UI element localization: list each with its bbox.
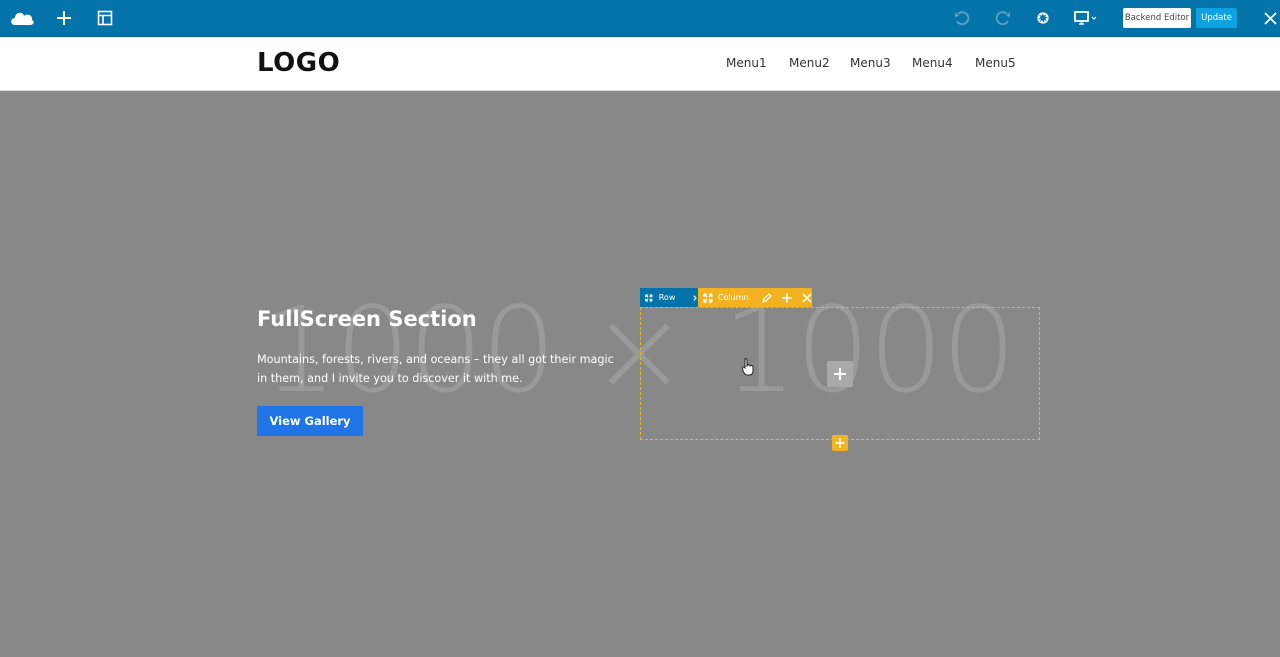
logo-cloud-icon[interactable] — [6, 0, 38, 36]
move-row-icon[interactable] — [645, 293, 653, 303]
editor-toolbar: Backend Editor Update — [0, 0, 1280, 37]
move-column-icon[interactable] — [703, 292, 713, 303]
delete-column-icon[interactable] — [802, 293, 812, 303]
hero-title: FullScreen Section — [257, 307, 477, 331]
column-controls[interactable]: Column — [698, 288, 812, 307]
hand-cursor-icon — [742, 358, 754, 376]
add-element-icon[interactable] — [52, 0, 76, 36]
nav-item-menu2[interactable]: Menu2 — [789, 56, 830, 70]
add-column-icon[interactable] — [782, 292, 793, 303]
row-label: Row — [658, 293, 676, 302]
undo-icon[interactable] — [950, 0, 974, 36]
add-element-button[interactable] — [827, 361, 853, 387]
templates-icon[interactable] — [93, 0, 117, 36]
close-icon[interactable] — [1260, 0, 1280, 36]
update-button[interactable]: Update — [1196, 8, 1237, 28]
view-gallery-button[interactable]: View Gallery — [257, 406, 363, 436]
site-header: LOGO Menu1 Menu2 Menu3 Menu4 Menu5 — [0, 37, 1280, 91]
plus-icon — [834, 368, 846, 380]
main-nav: Menu1 Menu2 Menu3 Menu4 Menu5 — [0, 56, 1280, 72]
column-label: Column — [717, 293, 749, 302]
row-controls[interactable]: Row — [640, 288, 698, 307]
add-row-button[interactable] — [832, 435, 848, 451]
nav-item-menu3[interactable]: Menu3 — [850, 56, 891, 70]
hero-description: Mountains, forests, rivers, and oceans –… — [257, 353, 614, 385]
plus-icon — [835, 438, 845, 448]
nav-item-menu5[interactable]: Menu5 — [975, 56, 1016, 70]
backend-editor-button[interactable]: Backend Editor — [1123, 8, 1191, 28]
nav-item-menu4[interactable]: Menu4 — [912, 56, 953, 70]
edit-pencil-icon[interactable] — [762, 292, 773, 303]
redo-icon[interactable] — [990, 0, 1014, 36]
nav-item-menu1[interactable]: Menu1 — [726, 56, 767, 70]
settings-icon[interactable] — [1031, 0, 1055, 36]
responsive-view-icon[interactable] — [1072, 0, 1100, 36]
